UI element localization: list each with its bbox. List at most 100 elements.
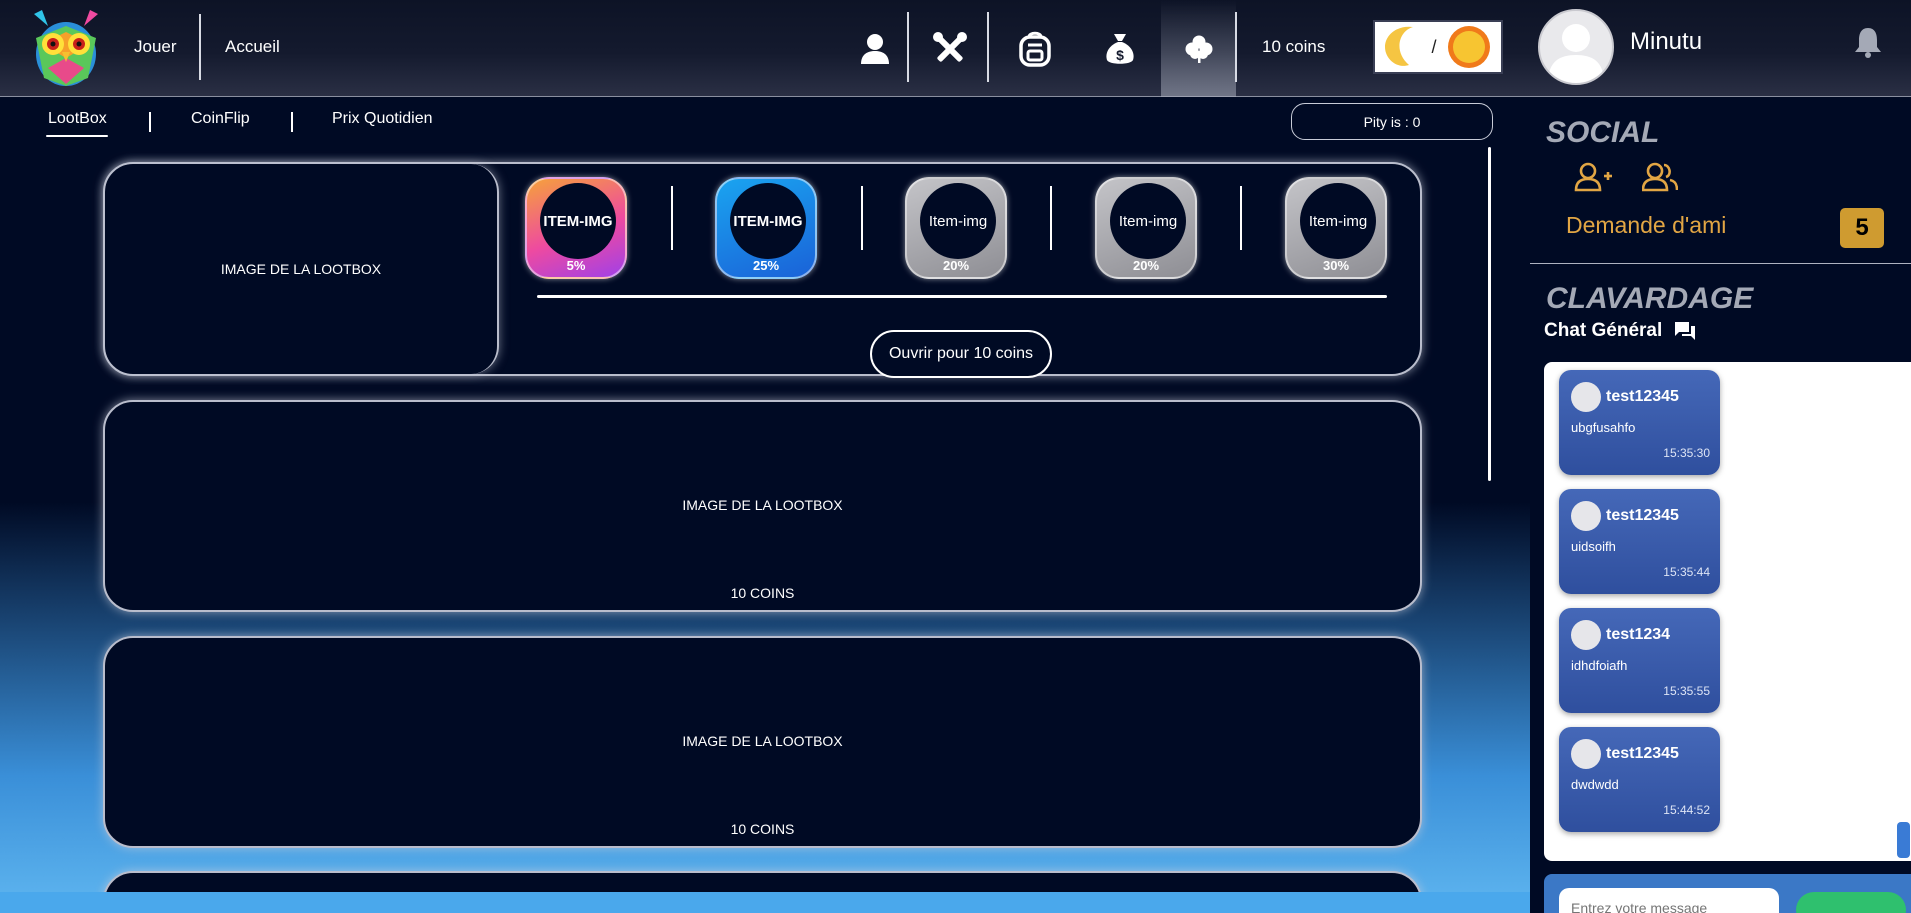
lootbox-price: 10 COINS: [730, 585, 795, 601]
item-slot[interactable]: ITEM-IMG 5%: [525, 177, 627, 279]
item-slot[interactable]: Item-img 30%: [1285, 177, 1387, 279]
coin-balance: 10 coins: [1262, 37, 1326, 56]
message-time: 15:35:55: [1663, 684, 1710, 698]
items-underline: [537, 295, 1387, 298]
avatar: [1571, 501, 1601, 531]
main-scrollbar[interactable]: [1488, 147, 1491, 481]
lootbox-image-label: IMAGE DE LA LOOTBOX: [220, 261, 382, 277]
message-text: dwdwdd: [1571, 777, 1619, 792]
item-image: Item-img: [920, 183, 996, 259]
item-slot[interactable]: Item-img 20%: [905, 177, 1007, 279]
lootbox-image-label: IMAGE DE LA LOOTBOX: [682, 733, 843, 749]
bell-icon[interactable]: [1853, 26, 1883, 63]
tab-coinflip[interactable]: CoinFlip: [191, 110, 250, 128]
active-tab-indicator: [46, 135, 108, 137]
sidebar-divider: [1530, 263, 1911, 264]
message-text: uidsoifh: [1571, 539, 1616, 554]
message-time: 15:35:44: [1663, 565, 1710, 579]
social-title: SOCIAL: [1546, 116, 1660, 149]
avatar: [1571, 620, 1601, 650]
tools-icon: [933, 31, 967, 62]
chat-messages[interactable]: test12345 ubgfusahfo 15:35:30 test12345 …: [1544, 362, 1911, 861]
avatar[interactable]: [1538, 9, 1614, 85]
send-button[interactable]: [1796, 892, 1906, 913]
chat-message: test1234 idhdfoiafh 15:35:55: [1559, 608, 1720, 713]
chat-channel-header[interactable]: Chat Général: [1544, 320, 1696, 342]
profile-icon: [861, 33, 889, 64]
item-image: Item-img: [1300, 183, 1376, 259]
chat-channel-name: Chat Général: [1544, 320, 1663, 341]
moon-icon: [1385, 26, 1414, 66]
chat-scrollbar[interactable]: [1897, 822, 1910, 858]
svg-text:$: $: [1116, 47, 1124, 63]
chat-composer: [1544, 874, 1911, 913]
item-slot[interactable]: ITEM-IMG 25%: [715, 177, 817, 279]
lootbox-card[interactable]: [103, 871, 1422, 892]
inventory-button[interactable]: [1005, 0, 1065, 97]
shop-button[interactable]: $: [1090, 0, 1150, 97]
nav-home-link[interactable]: Accueil: [225, 37, 280, 57]
theme-toggle[interactable]: /: [1373, 20, 1503, 74]
theme-separator: /: [1431, 36, 1437, 57]
item-drop-chance: 5%: [566, 258, 586, 273]
lootbox-card[interactable]: IMAGE DE LA LOOTBOX 10 COINS: [103, 400, 1422, 612]
user-panel: Minutu: [1530, 0, 1911, 97]
item-slot[interactable]: Item-img 20%: [1095, 177, 1197, 279]
friend-requests-link[interactable]: Demande d'ami: [1566, 212, 1726, 239]
item-drop-chance: 25%: [752, 258, 780, 273]
top-navbar: Jouer Accueil $ 10 coins /: [0, 0, 1530, 97]
open-lootbox-button[interactable]: Ouvrir pour 10 coins: [870, 330, 1052, 378]
clover-icon: [1185, 35, 1212, 63]
message-author[interactable]: test12345: [1606, 745, 1679, 763]
luck-button[interactable]: [1161, 0, 1236, 97]
item-image: ITEM-IMG: [730, 183, 806, 259]
tab-daily-prize[interactable]: Prix Quotidien: [332, 110, 433, 128]
nav-play-link[interactable]: Jouer: [134, 37, 177, 57]
tab-lootbox[interactable]: LootBox: [48, 110, 107, 128]
lootbox-card[interactable]: IMAGE DE LA LOOTBOX 10 COINS: [103, 636, 1422, 848]
chat-title: CLAVARDAGE: [1546, 282, 1754, 315]
money-bag-icon: $: [1106, 33, 1134, 64]
sun-icon: [1447, 26, 1490, 68]
avatar: [1571, 382, 1601, 412]
item-drop-chance: 20%: [942, 258, 970, 273]
tool-divider: [987, 12, 989, 82]
tools-button[interactable]: [920, 0, 980, 97]
friends-icon[interactable]: [1642, 162, 1678, 192]
chat-message-input[interactable]: [1559, 888, 1779, 913]
nav-divider: [199, 14, 201, 80]
friend-requests-count: 5: [1840, 208, 1884, 248]
message-time: 15:35:30: [1663, 446, 1710, 460]
lootbox-list: IMAGE DE LA LOOTBOX ITEM-IMG 5% ITEM-IMG…: [0, 146, 1530, 892]
item-divider: [671, 186, 673, 250]
lootbox-price: 10 COINS: [730, 821, 795, 837]
item-divider: [861, 186, 863, 250]
owl-logo[interactable]: [28, 8, 104, 88]
social-actions: [1574, 162, 1678, 192]
tab-divider: [291, 112, 293, 132]
username[interactable]: Minutu: [1630, 28, 1702, 56]
tool-divider: [907, 12, 909, 82]
message-time: 15:44:52: [1663, 803, 1710, 817]
item-drop-chance: 30%: [1322, 258, 1350, 273]
pity-counter: Pity is : 0: [1291, 103, 1493, 140]
backpack-icon: [1019, 31, 1051, 67]
lootbox-card-featured: IMAGE DE LA LOOTBOX ITEM-IMG 5% ITEM-IMG…: [103, 162, 1422, 378]
lootbox-image-label: IMAGE DE LA LOOTBOX: [682, 497, 843, 513]
item-drop-chance: 20%: [1132, 258, 1160, 273]
message-author[interactable]: test1234: [1606, 626, 1670, 644]
item-divider: [1240, 186, 1242, 250]
message-text: ubgfusahfo: [1571, 420, 1636, 435]
profile-button[interactable]: [845, 0, 905, 97]
item-image: ITEM-IMG: [540, 183, 616, 259]
item-image: Item-img: [1110, 183, 1186, 259]
item-divider: [1050, 186, 1052, 250]
message-author[interactable]: test12345: [1606, 507, 1679, 525]
chat-message: test12345 dwdwdd 15:44:52: [1559, 727, 1720, 832]
message-author[interactable]: test12345: [1606, 388, 1679, 406]
lootbox-image: IMAGE DE LA LOOTBOX: [105, 164, 499, 374]
add-friend-icon[interactable]: [1574, 162, 1612, 192]
tool-divider: [1235, 12, 1237, 82]
message-text: idhdfoiafh: [1571, 658, 1628, 673]
footer-strip: [0, 892, 1530, 913]
